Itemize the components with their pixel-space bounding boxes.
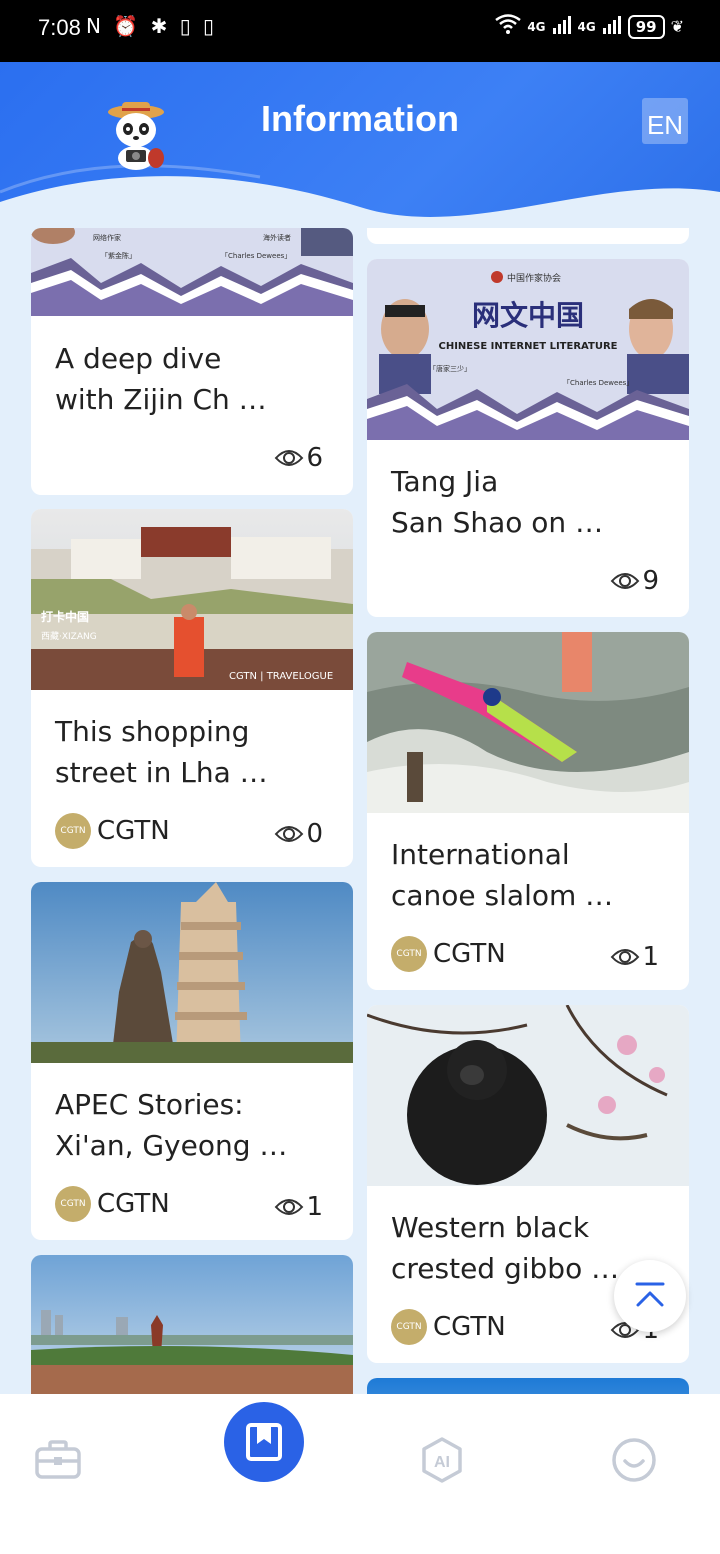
article-title-line: This shopping [55,715,250,748]
article-title-line: street in Lha … [55,756,268,789]
nav-ai[interactable]: AI [402,1420,482,1500]
scroll-to-top-button[interactable] [614,1260,686,1332]
svg-text:中国作家协会: 中国作家协会 [507,272,561,284]
article-author: CGTN CGTN [55,1186,170,1222]
article-title-line: APEC Stories: [55,1088,244,1121]
article-thumbnail: 打卡中国 西藏·XIZANG CGTN | TRAVELOGUE [31,509,353,690]
article-title-line: canoe slalom … [391,879,614,912]
language-toggle-button[interactable]: EN [642,98,688,144]
briefcase-icon [35,1440,81,1479]
article-feed[interactable]: 网络作家 海外读者 「紫金陈」 「Charles Dewees」 A deep … [0,228,720,1394]
eye-icon [611,573,640,589]
nav-profile[interactable] [594,1420,674,1500]
guest-left-label: 「紫金陈」 [101,251,136,260]
article-title: This shopping street in Lha … [55,711,333,793]
view-count-value: 6 [306,443,323,473]
leaf-icon: ❦ [670,17,684,36]
nav-tools[interactable] [18,1420,98,1500]
bookmark-icon [246,1423,282,1461]
author-name: CGTN [433,939,506,969]
view-count: 0 [274,819,323,849]
smile-icon [612,1438,656,1482]
eye-icon [275,1199,304,1215]
network-label-1: 4G [527,19,546,34]
article-card[interactable]: 网络作家 海外读者 「紫金陈」 「Charles Dewees」 A deep … [31,228,353,495]
view-count: 1 [610,942,659,972]
wifi-icon [495,14,522,39]
article-title: A deep dive with Zijin Ch … [55,338,333,420]
article-thumbnail [367,632,689,813]
bottom-navigation: AI [0,1394,720,1554]
article-card[interactable]: 打卡中国 西藏·XIZANG CGTN | TRAVELOGUE This sh… [31,509,353,867]
author-avatar: CGTN [391,936,427,972]
article-title-line: San Shao on … [391,506,604,539]
xizang-label: 西藏·XIZANG [41,630,97,642]
status-time: 7:08 [38,15,81,40]
ai-icon-label: AI [434,1454,450,1471]
ai-icon: AI [422,1437,462,1483]
page-title: Information [261,98,459,139]
article-author: CGTN CGTN [391,936,506,972]
eye-icon [275,450,304,466]
status-right-group: 4G 4G 99 ❦ [495,14,684,39]
status-bar: 7:08 N ⏰ ✱ ▯ ▯ 4G 4G 99 ❦ [0,0,720,62]
svg-text:海外读者: 海外读者 [263,233,291,242]
article-title-line: A deep dive [55,342,222,375]
view-count-value: 1 [642,942,659,972]
status-notification-icons: N ⏰ ✱ ▯ ▯ [86,14,218,38]
daka-label: 打卡中国 [41,609,89,624]
article-title-line: with Zijin Ch … [55,383,267,416]
author-name: CGTN [97,1189,170,1219]
author-name: CGTN [433,1312,506,1342]
signal-icon-2 [602,14,622,39]
view-count: 6 [274,443,323,473]
header: Information EN [0,62,720,242]
author-avatar: CGTN [55,1186,91,1222]
eye-icon [611,949,640,965]
article-card-partial[interactable] [367,228,689,244]
author-avatar: CGTN [391,1309,427,1345]
article-thumbnail [367,1005,689,1186]
article-card[interactable] [367,1378,689,1394]
guest-right-label: 「Charles Dewees」 [563,379,633,387]
view-count-value: 0 [306,819,323,849]
literature-title-cn: 网文中国 [472,299,584,332]
article-title-line: International [391,838,570,871]
guest-right-label: 「Charles Dewees」 [221,252,291,260]
author-avatar: CGTN [55,813,91,849]
article-author: CGTN CGTN [55,813,170,849]
network-label-2: 4G [577,19,596,34]
eye-icon [275,826,304,842]
article-thumbnail [31,1255,353,1394]
article-title: APEC Stories: Xi'an, Gyeong … [55,1084,333,1166]
nav-information[interactable] [224,1402,304,1482]
battery-indicator: 99 [627,14,665,39]
article-card[interactable]: International canoe slalom … CGTN CGTN 1 [367,632,689,990]
article-card[interactable]: APEC Stories: Xi'an, Gyeong … CGTN CGTN … [31,882,353,1240]
view-count: 1 [274,1192,323,1222]
article-author: CGTN CGTN [391,1309,506,1345]
article-thumbnail: 中国作家协会 网文中国 CHINESE INTERNET LITERATURE … [367,259,689,440]
article-card[interactable]: 中国作家协会 网文中国 CHINESE INTERNET LITERATURE … [367,259,689,617]
author-name: CGTN [97,816,170,846]
article-title-line: Tang Jia [391,465,499,498]
article-title-line: Xi'an, Gyeong … [55,1129,288,1162]
article-card[interactable] [31,1255,353,1394]
view-count-value: 9 [642,566,659,596]
scroll-up-icon [635,1282,665,1307]
view-count: 9 [610,566,659,596]
travelogue-label: CGTN | TRAVELOGUE [229,671,333,682]
article-thumbnail: 网络作家 海外读者 「紫金陈」 「Charles Dewees」 [31,228,353,316]
article-thumbnail [367,1378,689,1394]
guest-left-label: 「唐家三少」 [429,364,471,373]
view-count-value: 1 [306,1192,323,1222]
article-title: Tang Jia San Shao on … [391,461,669,543]
signal-icon-1 [552,14,572,39]
svg-text:网络作家: 网络作家 [93,233,121,242]
article-title: International canoe slalom … [391,834,669,916]
article-thumbnail [31,882,353,1063]
literature-title-en: CHINESE INTERNET LITERATURE [439,341,618,352]
article-title-line: Western black [391,1211,590,1244]
